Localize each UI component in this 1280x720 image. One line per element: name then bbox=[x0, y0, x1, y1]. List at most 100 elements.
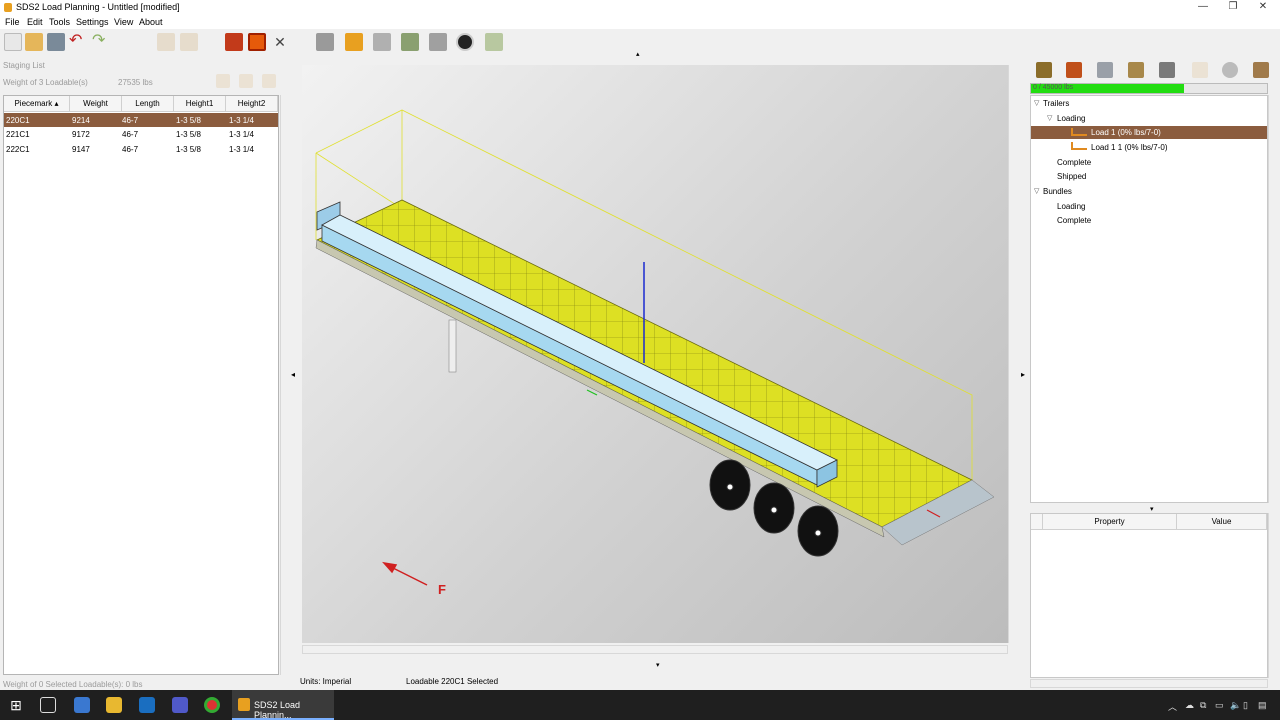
viewport-vscroll[interactable] bbox=[1008, 65, 1017, 643]
display-icon[interactable]: ▭ bbox=[1215, 700, 1224, 711]
taskbar-active-app[interactable]: SDS2 Load Plannin... bbox=[232, 690, 334, 720]
task-view-icon[interactable] bbox=[40, 697, 56, 713]
table-row[interactable]: 220C1 9214 46-7 1-3 5/8 1-3 1/4 bbox=[4, 113, 278, 127]
tree-loading[interactable]: Loading bbox=[1057, 112, 1085, 125]
selection-status: Loadable 220C1 Selected bbox=[406, 677, 499, 686]
add-loadable-icon[interactable] bbox=[216, 74, 230, 88]
expand-arrow-icon[interactable]: ▽ bbox=[1034, 99, 1039, 107]
menu-edit[interactable]: Edit bbox=[27, 17, 43, 27]
props-corner bbox=[1031, 514, 1043, 530]
move-icon[interactable] bbox=[373, 33, 391, 51]
bundle-icon[interactable] bbox=[1192, 62, 1208, 78]
stop-icon[interactable] bbox=[248, 33, 266, 51]
collapse-top-icon[interactable]: ▴ bbox=[636, 50, 640, 58]
ship-icon[interactable] bbox=[1159, 62, 1175, 78]
collapse-left-icon[interactable]: ◂ bbox=[291, 370, 295, 379]
remove-loadable-icon[interactable] bbox=[239, 74, 253, 88]
place-icon[interactable] bbox=[401, 33, 419, 51]
tree-load1[interactable]: Load 1 (0% lbs/7-0) bbox=[1091, 126, 1161, 139]
trailer-settings-icon[interactable] bbox=[1097, 62, 1113, 78]
group-tool-icon[interactable] bbox=[157, 33, 175, 51]
window-title: SDS2 Load Planning - Untitled [modified] bbox=[16, 2, 180, 12]
close-button[interactable]: ✕ bbox=[1248, 1, 1278, 14]
teams-icon[interactable] bbox=[172, 697, 188, 713]
add-trailer-icon[interactable] bbox=[1036, 62, 1052, 78]
viewport-hscroll[interactable] bbox=[302, 645, 1008, 654]
staging-weight-label: Weight of 3 Loadable(s) bbox=[3, 78, 88, 87]
delete-loadable-icon[interactable] bbox=[262, 74, 276, 88]
capacity-label: 0 / 45000 lbs bbox=[1033, 84, 1074, 91]
cloud-icon[interactable]: ☁ bbox=[1185, 700, 1194, 711]
toolbar: ↶ ↷ ✕ bbox=[0, 29, 1280, 55]
tree-bundles-loading[interactable]: Loading bbox=[1057, 200, 1085, 213]
tree-complete[interactable]: Complete bbox=[1057, 156, 1091, 169]
splitter-icon[interactable]: ▾ bbox=[1150, 505, 1154, 513]
props-scrollbar[interactable] bbox=[1268, 513, 1278, 678]
capacity-bar: 0 / 45000 lbs bbox=[1030, 83, 1268, 94]
chrome-icon[interactable] bbox=[204, 697, 220, 713]
rotate-icon[interactable] bbox=[456, 33, 474, 51]
menu-file[interactable]: File bbox=[5, 17, 20, 27]
table-row[interactable]: 222C1 9147 46-7 1-3 5/8 1-3 1/4 bbox=[4, 142, 278, 156]
tree-bundles-complete[interactable]: Complete bbox=[1057, 214, 1091, 227]
expand-arrow-icon[interactable]: ▽ bbox=[1034, 187, 1039, 195]
ungroup-tool-icon[interactable] bbox=[180, 33, 198, 51]
staging-scrollbar[interactable] bbox=[280, 95, 289, 675]
battery-icon[interactable]: ▯ bbox=[1243, 700, 1248, 711]
network-icon[interactable]: ⧉ bbox=[1200, 700, 1206, 711]
notification-icon[interactable]: ▤ bbox=[1258, 700, 1267, 711]
table-row[interactable]: 221C1 9172 46-7 1-3 5/8 1-3 1/4 bbox=[4, 127, 278, 141]
col-piecemark[interactable]: Piecemark ▴ bbox=[4, 96, 70, 112]
remove-trailer-icon[interactable] bbox=[1066, 62, 1082, 78]
refresh-icon[interactable] bbox=[1222, 62, 1238, 78]
staging-section-title: Staging List bbox=[3, 61, 45, 70]
tree-shipped[interactable]: Shipped bbox=[1057, 170, 1086, 183]
undo-icon[interactable]: ↶ bbox=[69, 33, 87, 51]
front-direction-arrow bbox=[382, 561, 428, 586]
check-icon[interactable] bbox=[485, 33, 503, 51]
maximize-button[interactable]: ❐ bbox=[1218, 1, 1248, 14]
new-icon[interactable] bbox=[4, 33, 22, 51]
col-height1[interactable]: Height1 bbox=[174, 96, 226, 112]
menu-view[interactable]: View bbox=[114, 17, 133, 27]
col-value[interactable]: Value bbox=[1177, 514, 1267, 530]
tree-bundles[interactable]: Bundles bbox=[1043, 185, 1072, 198]
col-height2[interactable]: Height2 bbox=[226, 96, 278, 112]
col-weight[interactable]: Weight bbox=[70, 96, 122, 112]
col-property[interactable]: Property bbox=[1043, 514, 1177, 530]
active-app-label: SDS2 Load Plannin... bbox=[254, 700, 301, 720]
collapse-right-icon[interactable]: ▸ bbox=[1021, 370, 1025, 379]
minimize-button[interactable]: — bbox=[1188, 1, 1218, 14]
lock-icon[interactable] bbox=[345, 33, 363, 51]
menu-settings[interactable]: Settings bbox=[76, 17, 109, 27]
collapse-bottom-icon[interactable]: ▾ bbox=[656, 661, 660, 669]
clear-icon[interactable]: ✕ bbox=[271, 33, 289, 51]
menu-tools[interactable]: Tools bbox=[49, 17, 70, 27]
start-icon[interactable]: ⊞ bbox=[8, 697, 24, 713]
tree-scrollbar[interactable] bbox=[1268, 95, 1278, 503]
viewport-3d[interactable]: F bbox=[302, 65, 1008, 643]
file-explorer-icon[interactable] bbox=[106, 697, 122, 713]
col-length[interactable]: Length bbox=[122, 96, 174, 112]
properties-panel: Property Value bbox=[1030, 513, 1268, 678]
edit-trailer-icon[interactable] bbox=[1128, 62, 1144, 78]
save-icon[interactable] bbox=[47, 33, 65, 51]
tree-load11[interactable]: Load 1 1 (0% lbs/7-0) bbox=[1091, 141, 1168, 154]
y-axis-marker bbox=[586, 389, 598, 396]
volume-icon[interactable]: 🔈 bbox=[1230, 700, 1241, 711]
menu-about[interactable]: About bbox=[139, 17, 163, 27]
trailer-icon bbox=[1071, 128, 1087, 136]
app1-icon[interactable] bbox=[74, 697, 90, 713]
tray-chevron-icon[interactable]: ︿ bbox=[1168, 700, 1177, 713]
stack-icon[interactable] bbox=[429, 33, 447, 51]
outlook-icon[interactable] bbox=[139, 697, 155, 713]
tree-trailers[interactable]: Trailers bbox=[1043, 97, 1069, 110]
staging-weight-value: 27535 lbs bbox=[118, 78, 153, 87]
export-icon[interactable] bbox=[1253, 62, 1269, 78]
load-icon[interactable] bbox=[316, 33, 334, 51]
open-folder-icon[interactable] bbox=[25, 33, 43, 51]
status-bar: Weight of 0 Selected Loadable(s): 0 lbs … bbox=[0, 676, 1280, 690]
trailer-add-icon[interactable] bbox=[225, 33, 243, 51]
redo-icon[interactable]: ↷ bbox=[92, 33, 110, 51]
expand-arrow-icon[interactable]: ▽ bbox=[1047, 114, 1052, 122]
